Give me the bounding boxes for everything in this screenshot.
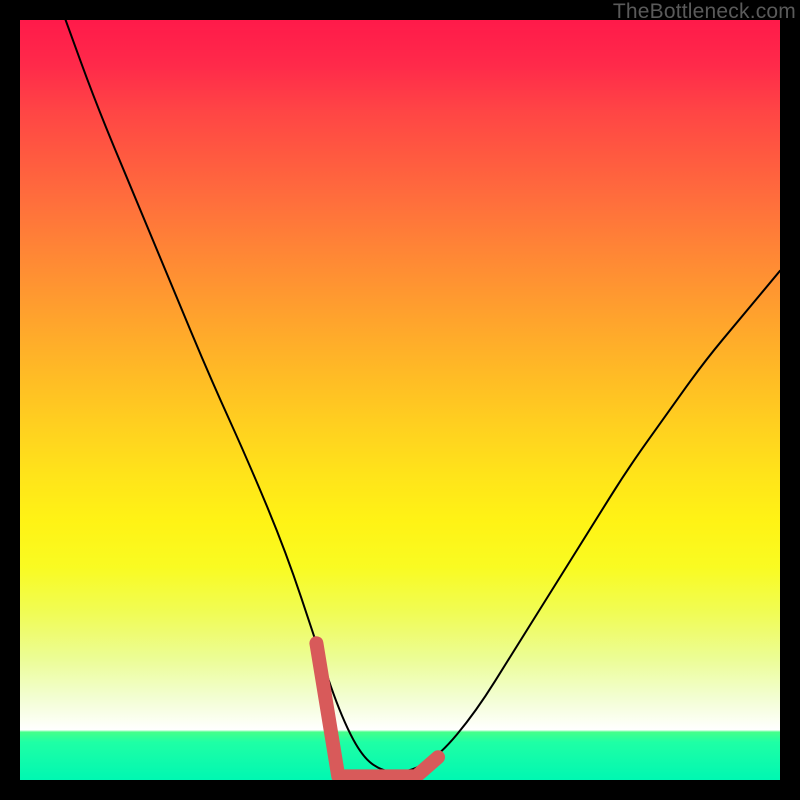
watermark-text: TheBottleneck.com	[613, 0, 796, 24]
gradient-plot-area	[20, 20, 780, 780]
bottleneck-curve	[66, 20, 780, 772]
curve-layer	[20, 20, 780, 780]
bottleneck-flat-marker	[316, 643, 438, 776]
chart-frame: TheBottleneck.com	[0, 0, 800, 800]
